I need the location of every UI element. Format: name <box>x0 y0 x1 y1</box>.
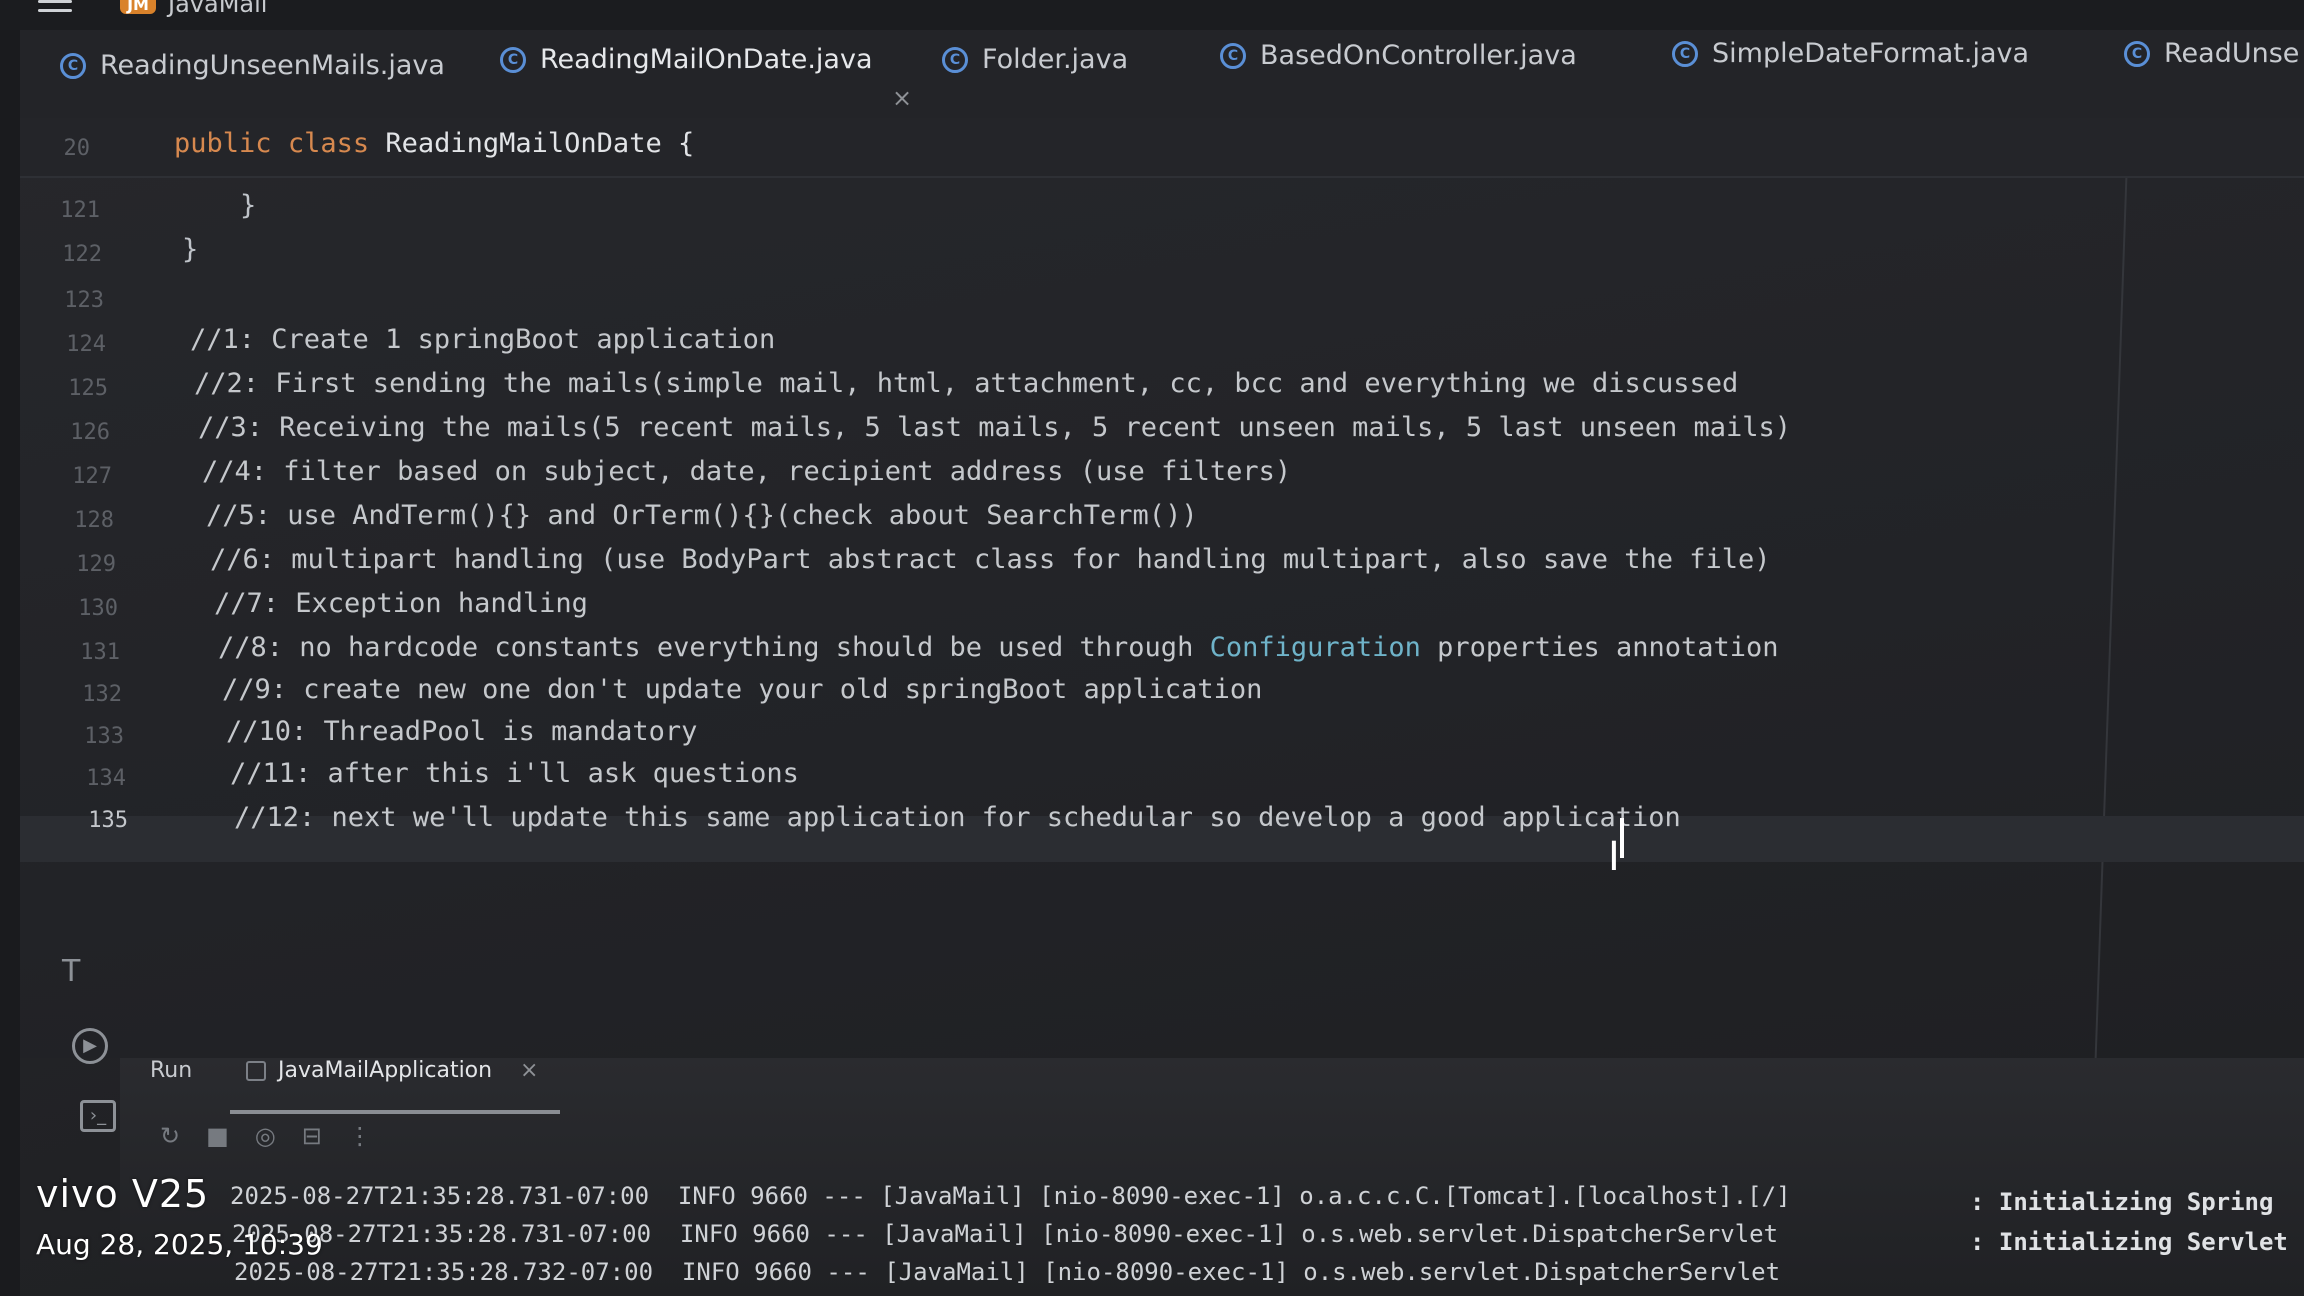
code-line: } <box>240 190 257 221</box>
mouse-ibeam-cursor-icon: I <box>1608 834 1620 880</box>
line-number: 129 <box>76 552 116 577</box>
active-run-tab-indicator <box>230 1110 560 1114</box>
main-menu-icon[interactable] <box>38 0 72 14</box>
tab-folder[interactable]: C Folder.java <box>942 44 1128 75</box>
text-caret <box>1620 818 1624 858</box>
tab-label: BasedOnController.java <box>1260 40 1577 71</box>
project-name[interactable]: JavaMail <box>168 0 267 18</box>
comment-line: //1: Create 1 springBoot application <box>190 324 776 355</box>
editor-tab-bar: C ReadingUnseenMails.java C ReadingMailO… <box>20 30 2304 140</box>
log-line: 2025-08-27T21:35:28.731-07:00 INFO 9660 … <box>232 1220 1779 1248</box>
run-toolbar: ↻ ■ ◎ ⊟ ⋮ <box>160 1122 372 1150</box>
comment-text: //8: no hardcode constants everything sh… <box>218 632 1210 663</box>
title-bar: JM JavaMail <box>0 0 2304 30</box>
line-number: 134 <box>86 766 126 791</box>
comment-line-current: //12: next we'll update this same applic… <box>234 802 1681 833</box>
application-icon <box>246 1060 266 1081</box>
run-panel-title: Run <box>150 1058 193 1083</box>
log-line: 2025-08-27T21:35:28.731-07:00 INFO 9660 … <box>230 1182 1791 1210</box>
tab-readunseen[interactable]: C ReadUnse <box>2124 38 2299 69</box>
comment-line: //9: create new one don't update your ol… <box>222 674 1263 705</box>
terminal-icon[interactable]: ›_ <box>80 1100 116 1132</box>
tab-label: ReadingUnseenMails.java <box>100 50 445 81</box>
comment-line: //2: First sending the mails(simple mail… <box>194 368 1739 399</box>
run-config-label: JavaMailApplication <box>278 1058 493 1083</box>
tab-label: Folder.java <box>982 44 1129 75</box>
left-tool-strip <box>0 30 20 1296</box>
line-number: 132 <box>82 682 122 707</box>
tab-simpledateformat[interactable]: C SimpleDateFormat.java <box>1672 38 2029 69</box>
more-icon[interactable]: ⋮ <box>348 1122 372 1150</box>
tab-readingmailondate[interactable]: C ReadingMailOnDate.java <box>500 44 873 75</box>
line-number: 131 <box>80 640 120 665</box>
line-number: 127 <box>72 464 112 489</box>
layout-icon[interactable]: ⊟ <box>302 1122 322 1150</box>
log-line: 2025-08-27T21:35:28.732-07:00 INFO 9660 … <box>234 1258 1781 1286</box>
line-number: 130 <box>78 596 118 621</box>
keyword-public: public <box>174 128 272 159</box>
tab-readingunseenmails[interactable]: C ReadingUnseenMails.java <box>60 50 445 81</box>
line-number: 123 <box>64 288 104 313</box>
comment-line: //11: after this i'll ask questions <box>230 758 799 789</box>
code-editor[interactable]: 20 public class ReadingMailOnDate { 121 … <box>20 118 2304 1058</box>
java-class-icon: C <box>60 52 86 79</box>
ide-window: JM JavaMail C ReadingUnseenMails.java C … <box>0 0 2304 1296</box>
camera-icon[interactable]: ◎ <box>255 1122 276 1150</box>
comment-line: //3: Receiving the mails(5 recent mails,… <box>198 412 1792 443</box>
tab-label: ReadUnse <box>2164 38 2300 69</box>
log-message: : Initializing Spring <box>1970 1188 2274 1216</box>
comment-line: //4: filter based on subject, date, reci… <box>202 456 1292 487</box>
format-icon[interactable]: T <box>62 954 80 989</box>
tab-label: SimpleDateFormat.java <box>1712 38 2030 69</box>
stop-icon[interactable]: ■ <box>206 1122 229 1150</box>
rerun-icon[interactable]: ↻ <box>160 1122 180 1150</box>
annotation-reference: Configuration <box>1209 632 1421 663</box>
close-tab-icon[interactable]: × <box>892 84 912 112</box>
comment-line: //6: multipart handling (use BodyPart ab… <box>210 544 1771 575</box>
line-number: 20 <box>63 136 91 161</box>
line-number: 124 <box>66 332 106 357</box>
java-class-icon: C <box>500 46 526 73</box>
code-line: } <box>182 234 199 265</box>
project-badge[interactable]: JM <box>120 0 156 14</box>
run-config-tab[interactable]: JavaMailApplication <box>246 1058 492 1083</box>
sticky-scroll-header[interactable]: 20 public class ReadingMailOnDate { <box>20 118 2304 178</box>
line-number: 121 <box>60 198 100 223</box>
comment-text: properties annotation <box>1420 632 1779 663</box>
right-margin-guide <box>2094 178 2128 1058</box>
camera-watermark-model: vivo V25 <box>36 1172 210 1216</box>
line-number: 135 <box>88 808 128 833</box>
line-number: 122 <box>62 242 102 267</box>
tab-basedoncontroller[interactable]: C BasedOnController.java <box>1220 40 1577 71</box>
line-number: 133 <box>84 724 124 749</box>
comment-line: //10: ThreadPool is mandatory <box>226 716 698 747</box>
class-name: ReadingMailOnDate { <box>385 128 695 159</box>
comment-line: //7: Exception handling <box>214 588 588 619</box>
java-class-icon: C <box>942 46 968 73</box>
run-tool-window: Run JavaMailApplication × ↻ ■ ◎ ⊟ ⋮ 2025… <box>120 1058 2304 1296</box>
keyword-class: class <box>287 128 370 159</box>
java-class-icon: C <box>2124 40 2150 67</box>
comment-line: //5: use AndTerm(){} and OrTerm(){}(chec… <box>206 500 1198 531</box>
java-class-icon: C <box>1220 42 1246 69</box>
camera-watermark-date: Aug 28, 2025, 10:39 <box>36 1228 323 1261</box>
line-number: 126 <box>70 420 110 445</box>
run-icon[interactable]: ▶ <box>72 1028 108 1064</box>
line-number: 128 <box>74 508 114 533</box>
java-class-icon: C <box>1672 40 1698 67</box>
line-number: 125 <box>68 376 108 401</box>
comment-line: //8: no hardcode constants everything sh… <box>218 632 1779 663</box>
log-message: : Initializing Servlet <box>1970 1228 2288 1256</box>
close-run-tab-icon[interactable]: × <box>520 1058 538 1083</box>
class-declaration: public class ReadingMailOnDate { <box>174 128 694 159</box>
tab-label: ReadingMailOnDate.java <box>540 44 873 75</box>
